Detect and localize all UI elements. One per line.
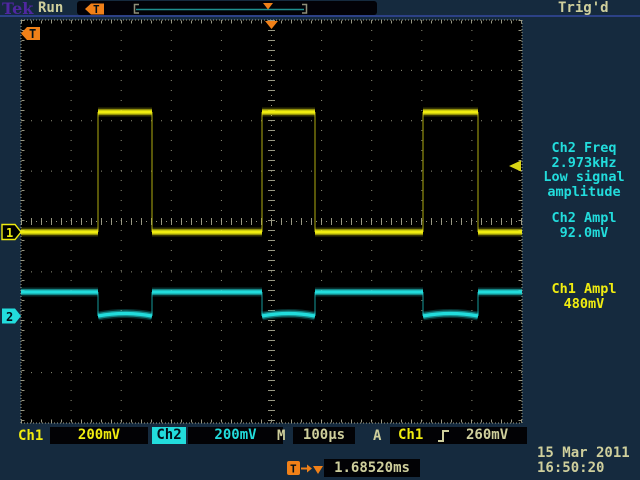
graticule-svg: T 1 2 T [0,0,640,480]
delay-down-triangle-icon [313,466,323,474]
ch2-ground-badge[interactable]: 2 [2,309,21,325]
ch1-scale-readout[interactable]: 200mV [50,427,148,444]
datetime: 15 Mar 2011 16:50:20 [537,446,630,475]
delay-indicator: T [287,461,323,476]
trigger-level-readout: 260mV [466,427,508,444]
measurement-line: 2.973kHz [528,156,640,171]
measurement-line: 92.0mV [528,226,640,241]
rising-slope-icon [437,429,451,443]
status-bar: Ch1 200mV Ch2 200mV M 100µs A Ch1 260mV [0,426,640,445]
time-label: 16:50:20 [537,461,630,476]
measurement-ch1-ampl: Ch1 Ampl 480mV [528,282,640,311]
measurement-line: 480mV [528,297,640,312]
ch1-label[interactable]: Ch1 [18,428,43,445]
trigger-readout[interactable]: Ch1 260mV [390,427,527,444]
measurement-line: Ch2 Freq [528,141,640,156]
delay-value: 1.68520ms [334,460,410,476]
timebase-readout[interactable]: 100µs [293,427,355,444]
measurement-ch2-freq: Ch2 Freq 2.973kHz Low signal amplitude [528,141,640,199]
ch2-label[interactable]: Ch2 [152,427,186,444]
oscilloscope-screen: Tek Run T Trig'd T 1 [0,0,640,480]
ch1-badge-label: 1 [6,226,13,240]
trigger-time-marker-label: T [29,27,36,41]
delay-t-icon-label: T [290,463,297,476]
timebase-label: M [277,428,285,445]
trigger-source: Ch1 [398,427,423,444]
ch2-scale-readout[interactable]: 200mV [188,427,283,444]
measurement-line: Low signal [528,170,640,185]
measurement-line: Ch2 Ampl [528,211,640,226]
delay-arrow-head-icon [307,465,312,473]
ch1-ground-badge[interactable]: 1 [2,225,21,241]
delay-readout[interactable]: 1.68520ms [324,459,420,477]
measurement-line: Ch1 Ampl [528,282,640,297]
trigger-mode-label: A [373,428,381,445]
date-label: 15 Mar 2011 [537,446,630,461]
ch2-badge-label: 2 [6,310,13,324]
measurement-ch2-ampl: Ch2 Ampl 92.0mV [528,211,640,240]
measurement-line: amplitude [528,185,640,200]
